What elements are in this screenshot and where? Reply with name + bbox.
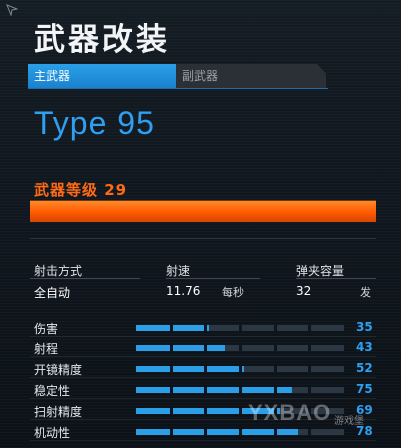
fire-rate-value: 11.76	[166, 284, 201, 298]
weapon-tabs: 主武器 副武器	[28, 64, 328, 88]
attribute-bar	[136, 429, 344, 435]
fire-rate-label: 射速	[166, 264, 191, 278]
watermark-logo: YXBAO	[248, 400, 332, 425]
attribute-divider	[30, 356, 376, 357]
stat-head-underline	[30, 278, 140, 279]
attribute-bar	[136, 345, 344, 351]
weapon-level-bar	[30, 200, 376, 222]
attribute-row: 射程 43	[30, 340, 380, 357]
fire-mode-label: 射击方式	[34, 264, 83, 278]
watermark-sub: 游戏堡	[334, 416, 364, 427]
bar-segment-gap	[169, 408, 173, 414]
fire-rate-unit: 每秒	[222, 286, 244, 299]
attribute-value: 75	[356, 382, 373, 396]
attribute-label: 射程	[34, 342, 59, 356]
bar-segment-gap	[204, 366, 208, 372]
bar-segment-gap	[308, 387, 312, 393]
attribute-label: 开镜精度	[34, 363, 83, 377]
weapon-level-bar-fill	[30, 201, 376, 222]
tab-primary-weapon[interactable]: 主武器	[28, 64, 176, 88]
attribute-row: 机动性 78	[30, 424, 380, 441]
tab-secondary-weapon[interactable]: 副武器	[176, 64, 326, 88]
attribute-bar-fill	[136, 387, 292, 393]
stat-head-underline	[296, 278, 376, 279]
bar-segment-gap	[308, 325, 312, 331]
weapon-level-label: 武器等级 29	[34, 181, 128, 199]
attribute-bar-fill	[136, 366, 245, 372]
bar-segment-gap	[169, 429, 173, 435]
bar-segment-gap	[204, 408, 208, 414]
bar-segment-gap	[273, 429, 277, 435]
bar-segment-gap	[273, 345, 277, 351]
bar-segment-gap	[204, 387, 208, 393]
attribute-label: 扫射精度	[34, 405, 83, 419]
attribute-bar	[136, 366, 344, 372]
attribute-divider	[30, 336, 376, 337]
magazine-label: 弹夹容量	[296, 264, 345, 278]
bar-segment-gap	[169, 345, 173, 351]
attribute-label: 机动性	[34, 426, 71, 440]
attribute-row: 开镜精度 52	[30, 361, 380, 378]
divider	[30, 238, 376, 239]
bar-segment-gap	[204, 345, 208, 351]
attribute-label: 稳定性	[34, 384, 71, 398]
attribute-divider	[30, 440, 376, 441]
bar-segment-gap	[204, 325, 208, 331]
attribute-bar-fill	[136, 345, 226, 351]
bar-segment-gap	[308, 366, 312, 372]
bar-segment-gap	[239, 366, 242, 372]
weapon-name: Type 95	[34, 105, 155, 141]
attribute-bar	[136, 387, 344, 393]
attribute-divider	[30, 377, 376, 378]
stat-head-underline	[166, 278, 260, 279]
tab-underline	[28, 88, 328, 89]
fire-mode-value: 全自动	[34, 286, 71, 300]
bar-segment-gap	[273, 366, 277, 372]
bar-segment-gap	[169, 325, 173, 331]
attribute-value: 35	[356, 320, 373, 334]
attribute-row: 伤害 35	[30, 320, 380, 337]
bar-segment-gap	[308, 345, 312, 351]
bar-segment-gap	[308, 429, 312, 435]
magazine-unit: 发	[360, 286, 371, 299]
attribute-label: 伤害	[34, 322, 59, 336]
bar-segment-gap	[239, 408, 242, 414]
attribute-value: 52	[356, 361, 373, 375]
attribute-bar	[136, 325, 344, 331]
page-title: 武器改装	[34, 22, 170, 58]
bar-segment-gap	[273, 325, 277, 331]
attribute-row: 稳定性 75	[30, 382, 380, 399]
bar-segment-gap	[239, 387, 242, 393]
bar-segment-gap	[169, 366, 173, 372]
bar-segment-gap	[169, 387, 173, 393]
bar-segment-gap	[239, 325, 242, 331]
attribute-value: 43	[356, 340, 373, 354]
attribute-divider	[30, 398, 376, 399]
bar-segment-gap	[273, 387, 277, 393]
bar-segment-gap	[239, 429, 242, 435]
magazine-value: 32	[296, 284, 312, 298]
arrow-cursor-icon	[6, 4, 18, 16]
bar-segment-gap	[239, 345, 242, 351]
bar-segment-gap	[204, 429, 208, 435]
